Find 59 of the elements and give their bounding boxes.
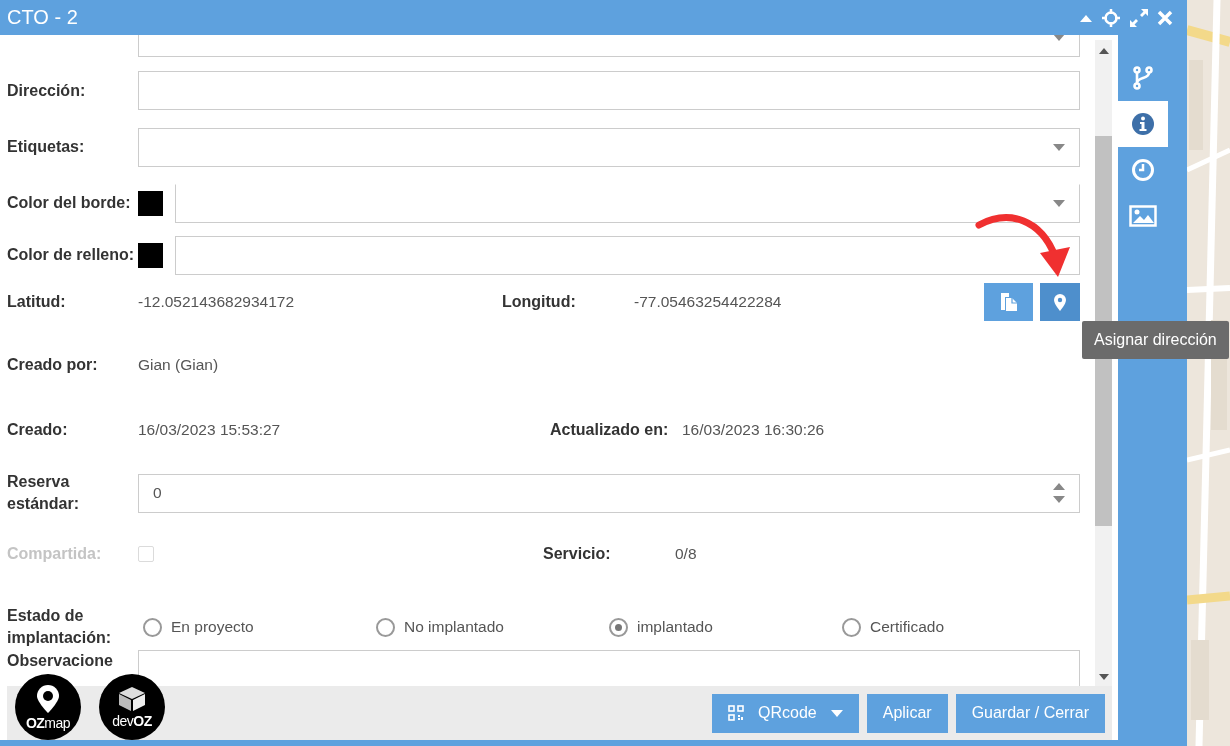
copy-icon bbox=[998, 292, 1019, 312]
field-label: Creado: bbox=[7, 419, 69, 440]
clock-icon bbox=[1131, 158, 1155, 182]
text-field[interactable] bbox=[175, 235, 1080, 275]
caret-icon bbox=[830, 709, 843, 717]
field-value: Gian (Gian) bbox=[138, 356, 219, 374]
radio-button[interactable] bbox=[376, 617, 395, 637]
info-icon bbox=[1131, 112, 1155, 136]
qr-code-icon bbox=[728, 705, 744, 721]
image-icon bbox=[1129, 205, 1157, 227]
field-label: Observacione bbox=[7, 651, 114, 671]
field-label: Reserva estándar: bbox=[7, 472, 81, 514]
field-label: Color del borde: bbox=[7, 193, 132, 213]
close-icon[interactable] bbox=[1157, 9, 1173, 26]
radio-label[interactable]: Certificado bbox=[870, 618, 945, 636]
radio-button[interactable] bbox=[609, 617, 628, 637]
map-pin-icon bbox=[36, 683, 60, 714]
select-field[interactable] bbox=[175, 183, 1080, 223]
radio-label[interactable]: implantado bbox=[637, 618, 713, 636]
field-value: 16/03/2023 15:53:27 bbox=[138, 420, 282, 439]
caret-icon[interactable] bbox=[1053, 143, 1065, 151]
field-value: -77.05463254422284 bbox=[634, 293, 783, 311]
field-label: Etiquetas: bbox=[7, 137, 86, 157]
field-label: Longitud: bbox=[502, 292, 577, 312]
location-button[interactable] bbox=[1040, 283, 1080, 321]
color-swatch[interactable] bbox=[138, 190, 163, 216]
scroll-up-icon[interactable] bbox=[1098, 48, 1109, 54]
move-icon[interactable] bbox=[1101, 7, 1121, 28]
radio-button[interactable] bbox=[842, 617, 861, 637]
radio-button[interactable] bbox=[143, 617, 162, 637]
field-value: 0/8 bbox=[675, 545, 697, 563]
number-field[interactable]: 0 bbox=[138, 473, 1080, 513]
scroll-down-icon[interactable] bbox=[1098, 674, 1109, 680]
select-field[interactable] bbox=[138, 127, 1080, 167]
expand-icon[interactable] bbox=[1129, 7, 1149, 28]
text-field[interactable] bbox=[138, 71, 1080, 110]
field-label: Dirección: bbox=[7, 80, 87, 101]
side-tab[interactable] bbox=[1118, 101, 1168, 147]
field-label: Creado por: bbox=[7, 355, 99, 375]
location-pin-icon bbox=[1054, 293, 1066, 311]
caret-icon[interactable] bbox=[1053, 199, 1065, 207]
branch-icon bbox=[1133, 66, 1153, 90]
tooltip: Asignar dirección bbox=[1082, 321, 1229, 359]
radio-label[interactable]: En proyecto bbox=[171, 618, 254, 636]
field-label: Color de relleno: bbox=[7, 245, 136, 265]
field-value: 16/03/2023 16:30:26 bbox=[682, 420, 825, 439]
copy-button[interactable] bbox=[984, 283, 1033, 321]
spinner-icon[interactable] bbox=[1053, 482, 1065, 504]
field-label: Servicio: bbox=[543, 544, 612, 564]
radio-label[interactable]: No implantado bbox=[404, 618, 504, 636]
caret-icon[interactable] bbox=[1053, 35, 1065, 41]
cube-icon bbox=[118, 685, 146, 712]
field-label: Compartida: bbox=[7, 544, 103, 564]
field-label: Latitud: bbox=[7, 292, 67, 312]
field-value: -12.052143682934172 bbox=[138, 293, 295, 311]
color-swatch[interactable] bbox=[138, 242, 163, 268]
field-label: Actualizado en: bbox=[550, 419, 670, 440]
field-label: Estado de implantación: bbox=[7, 606, 112, 648]
window-title: CTO - 2 bbox=[7, 6, 78, 29]
